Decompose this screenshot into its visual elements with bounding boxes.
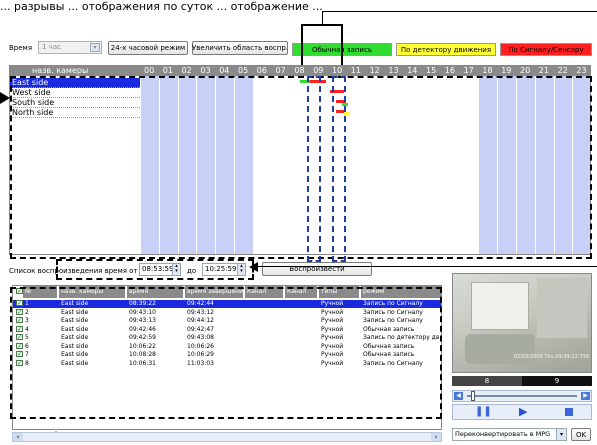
24h-mode-button[interactable]: 24-х часовой режим [108,41,188,55]
hour-label: 00 [144,66,155,75]
hour-label: 19 [501,66,512,75]
hour-label: 03 [200,66,211,75]
hour-label: 05 [238,66,249,75]
chevron-down-icon: ▾ [556,429,566,440]
hour-label: 04 [219,66,230,75]
step-back-icon[interactable]: ◀ [454,392,463,400]
arrow-left-icon [249,262,258,272]
callout-line-right [257,266,597,267]
hour-label: 14 [407,66,418,75]
legend-motion: По детектору движения [396,43,496,56]
channel-right[interactable]: 9 [522,376,592,386]
preview-wall [537,278,587,338]
channel-left[interactable]: 8 [452,376,522,386]
highlight-col-09 [307,76,321,262]
scroll-right-icon[interactable]: › [431,433,441,441]
hour-label: 22 [557,66,568,75]
scroll-left-icon[interactable]: ‹ [13,433,23,441]
hour-label: 20 [520,66,531,75]
chevron-down-icon: ▾ [90,43,100,52]
hour-label: 01 [162,66,173,75]
legend-sensor-label: По Сигналу/Сенсору [508,45,584,54]
slider-thumb[interactable] [471,391,475,401]
table-scrollbar[interactable]: ‹ › [12,432,442,442]
preview-timestamp: 02/03/2009 Thu 09:39:22:738 [513,354,589,360]
hour-label: 13 [388,66,399,75]
zoom-playback-button[interactable]: Увеличить область воспр. [192,41,288,55]
hour-select[interactable]: 1 час ▾ [38,41,102,54]
ok-button[interactable]: OK [571,428,591,441]
stop-icon[interactable] [565,408,573,416]
video-preview: 02/03/2009 Thu 09:39:22:738 [452,273,592,373]
highlight-col-10 [332,76,346,262]
top-caption: ... разрывы ... отображения по суток ...… [0,0,323,13]
legend-motion-label: По детектору движения [400,45,492,54]
play-icon[interactable]: ▶ [519,406,529,417]
hour-label: 07 [275,66,286,75]
hour-label: 12 [369,66,380,75]
table-dashed-callout [10,287,442,419]
convert-select-value: Переконвертировать в MPG [455,430,551,438]
pause-icon[interactable]: ❚❚ [475,407,492,417]
hour-label: 21 [538,66,549,75]
callout-line-top [322,11,597,12]
hour-label: 10 [332,66,343,75]
hour-label: 15 [426,66,437,75]
hour-label: 18 [482,66,493,75]
arrow-right-icon [0,92,10,104]
player-controls: ❚❚ ▶ [452,404,592,420]
hour-label: 02 [181,66,192,75]
slider-track [467,395,577,397]
camera-name-header: назв. камеры [32,66,89,75]
time-label: Время [9,44,33,52]
hour-label: 17 [463,66,474,75]
hour-select-value: 1 час [42,43,61,51]
hour-label: 23 [576,66,587,75]
legend-sensor: По Сигналу/Сенсору [500,43,592,56]
channel-bar: 8 9 [452,376,592,386]
hour-label: 16 [444,66,455,75]
hour-label: 06 [256,66,267,75]
play-list-button[interactable]: Воспроизвести [262,262,372,276]
playlist-dashed-callout [56,259,254,280]
step-forward-icon[interactable]: ▶ [581,392,590,400]
hour-label: 08 [294,66,305,75]
callout-line-vertical [322,11,323,25]
playback-slider[interactable]: ◀ ▶ [452,390,592,402]
hour-label: 11 [350,66,361,75]
hour-label: 09 [313,66,324,75]
convert-select[interactable]: Переконвертировать в MPG ▾ [452,428,567,441]
preview-window [471,282,529,330]
timeline-dashed-callout [10,76,592,259]
